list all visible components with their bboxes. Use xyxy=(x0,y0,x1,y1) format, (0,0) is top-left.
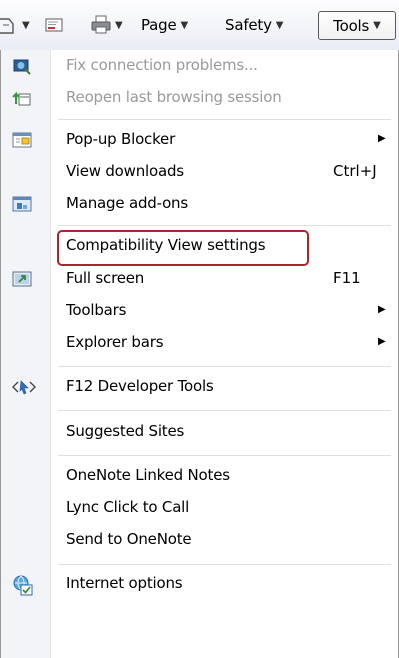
safety-menu-button[interactable]: Safety ▼ xyxy=(225,14,283,36)
menu-item-explorer-bars[interactable]: Explorer bars ▶ xyxy=(1,327,398,359)
tools-menu-label: Tools xyxy=(333,16,370,35)
command-bar: ▼ ▼ Page ▼ Safety ▼ Tools ▼ xyxy=(0,0,399,50)
menu-item-view-downloads[interactable]: View downloads Ctrl+J xyxy=(1,156,398,188)
chevron-down-icon: ▼ xyxy=(180,19,189,31)
menu-item-label: View downloads xyxy=(66,162,184,180)
menu-item-popup-blocker[interactable]: Pop-up Blocker ▶ xyxy=(1,124,398,156)
read-mail-icon[interactable] xyxy=(45,14,63,36)
menu-item-label: Suggested Sites xyxy=(66,422,185,440)
menu-item-label: Toolbars xyxy=(66,301,127,319)
menu-item-shortcut: F11 xyxy=(333,269,361,287)
menu-separator xyxy=(58,225,391,226)
menu-item-full-screen[interactable]: Full screen F11 xyxy=(1,263,398,295)
menu-item-label: Manage add-ons xyxy=(66,194,188,212)
highlight-box xyxy=(57,230,309,266)
menu-item-label: Send to OneNote xyxy=(66,530,192,548)
menu-item-manage-addons[interactable]: Manage add-ons xyxy=(1,188,398,220)
menu-item-toolbars[interactable]: Toolbars ▶ xyxy=(1,295,398,327)
menu-separator xyxy=(58,564,391,565)
tools-menu: Fix connection problems... Reopen last b… xyxy=(0,50,399,658)
submenu-arrow-icon: ▶ xyxy=(378,133,386,144)
safety-menu-label: Safety xyxy=(225,16,272,34)
menu-separator xyxy=(58,366,391,367)
menu-item-label: Explorer bars xyxy=(66,333,164,351)
menu-item-internet-options[interactable]: Internet options xyxy=(1,568,398,600)
menu-item-shortcut: Ctrl+J xyxy=(333,162,377,180)
fullscreen-icon xyxy=(12,269,32,289)
page-menu-label: Page xyxy=(141,16,177,34)
home-dropdown-caret[interactable]: ▼ xyxy=(22,14,30,36)
menu-item-label: Lync Click to Call xyxy=(66,498,190,516)
menu-item-label: Fix connection problems... xyxy=(66,56,258,74)
chevron-down-icon: ▼ xyxy=(275,19,284,31)
tools-menu-button[interactable]: Tools ▼ xyxy=(318,11,396,40)
menu-item-label: F12 Developer Tools xyxy=(66,377,214,395)
menu-item-developer-tools[interactable]: F12 Developer Tools xyxy=(1,371,398,403)
menu-item-label: Full screen xyxy=(66,269,145,287)
print-dropdown-caret[interactable]: ▼ xyxy=(115,14,123,36)
page-menu-button[interactable]: Page ▼ xyxy=(141,14,188,36)
popup-blocker-icon xyxy=(12,130,32,150)
menu-item-label: OneNote Linked Notes xyxy=(66,466,230,484)
menu-separator xyxy=(58,410,391,411)
menu-separator xyxy=(58,119,391,120)
fix-connection-icon xyxy=(12,56,32,76)
menu-item-reopen-last-session: Reopen last browsing session xyxy=(1,82,398,114)
menu-separator xyxy=(58,455,391,456)
home-icon[interactable] xyxy=(0,14,14,36)
menu-item-fix-connection-problems: Fix connection problems... xyxy=(1,50,398,82)
menu-item-lync-click-to-call[interactable]: Lync Click to Call xyxy=(1,492,398,524)
internet-options-icon xyxy=(12,574,33,596)
developer-tools-icon xyxy=(12,377,36,397)
reopen-session-icon xyxy=(12,88,32,108)
menu-item-label: Internet options xyxy=(66,574,183,592)
menu-item-label: Pop-up Blocker xyxy=(66,130,176,148)
submenu-arrow-icon: ▶ xyxy=(378,336,386,347)
submenu-arrow-icon: ▶ xyxy=(378,304,386,315)
addons-icon xyxy=(12,194,32,214)
menu-item-label: Reopen last browsing session xyxy=(66,88,282,106)
menu-item-onenote-linked-notes[interactable]: OneNote Linked Notes xyxy=(1,460,398,492)
print-icon[interactable] xyxy=(90,14,112,36)
menu-item-suggested-sites[interactable]: Suggested Sites xyxy=(1,416,398,448)
menu-item-send-to-onenote[interactable]: Send to OneNote xyxy=(1,524,398,556)
chevron-down-icon: ▼ xyxy=(373,20,381,31)
